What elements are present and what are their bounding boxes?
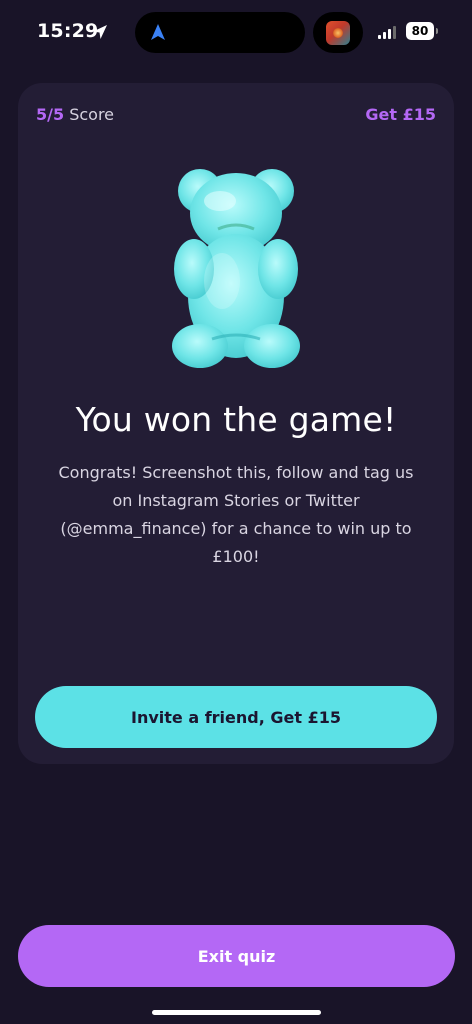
navigation-arrow-icon — [151, 24, 165, 40]
score-value: 5/5 — [36, 105, 65, 124]
dynamic-island[interactable] — [135, 12, 305, 53]
gummy-bear-icon — [172, 169, 300, 368]
exit-quiz-button[interactable]: Exit quiz — [18, 925, 455, 987]
battery-tip — [436, 28, 438, 34]
result-card: 5/5 Score Get £15 You won the game! Cong… — [18, 83, 454, 764]
home-indicator[interactable] — [152, 1010, 321, 1015]
body-text: Congrats! Screenshot this, follow and ta… — [58, 463, 414, 566]
live-activity-app[interactable] — [313, 12, 363, 53]
score-label: Score — [69, 105, 115, 124]
score-indicator: 5/5 Score — [36, 105, 114, 124]
status-bar: 15:29 80 — [0, 0, 472, 64]
battery-icon: 80 — [406, 22, 434, 40]
location-arrow-icon — [93, 25, 107, 39]
cellular-signal-icon — [378, 26, 396, 39]
app-thumbnail-icon — [326, 21, 350, 45]
headline: You won the game! — [75, 400, 397, 439]
invite-friend-button[interactable]: Invite a friend, Get £15 — [35, 686, 437, 748]
get-reward-link[interactable]: Get £15 — [365, 105, 436, 124]
status-time: 15:29 — [37, 20, 99, 42]
